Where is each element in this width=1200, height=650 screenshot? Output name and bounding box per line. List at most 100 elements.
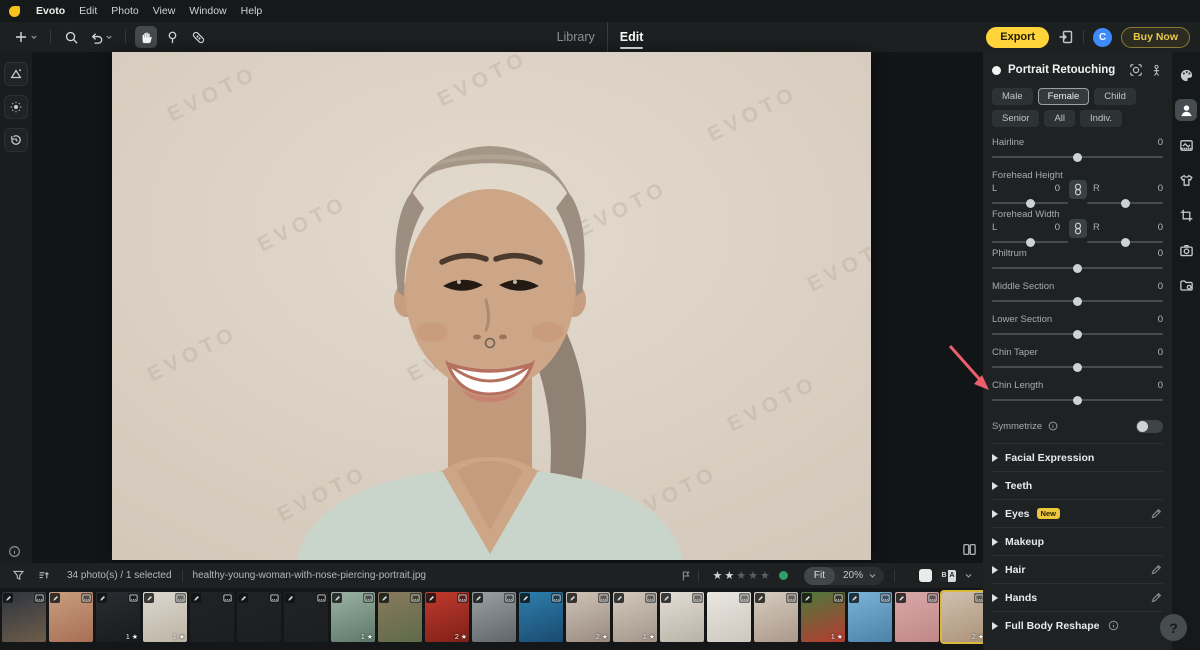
chip-female[interactable]: Female <box>1038 88 1090 105</box>
filmstrip-thumbnail[interactable] <box>754 592 798 642</box>
link-lr-icon[interactable] <box>1069 180 1087 199</box>
slider-track[interactable] <box>992 399 1163 401</box>
slider-track[interactable] <box>992 241 1068 243</box>
slider-knob[interactable] <box>1073 264 1082 273</box>
filmstrip-thumbnail[interactable]: 1 ★ <box>143 592 187 642</box>
filmstrip-thumbnail[interactable] <box>848 592 892 642</box>
chip-all[interactable]: All <box>1044 110 1075 127</box>
edit-canvas[interactable]: EVOTOEVOTOEVOTOEVOTOEVOTOEVOTOEVOTOEVOTO… <box>32 52 983 563</box>
star-icon[interactable]: ★ <box>713 569 723 582</box>
section-eyes[interactable]: EyesNew <box>992 499 1163 527</box>
image-ai-icon[interactable] <box>4 62 28 86</box>
zoom-control[interactable]: Fit 20% <box>804 567 884 585</box>
chevron-down-icon[interactable] <box>964 571 973 580</box>
slider-track[interactable] <box>1087 241 1163 243</box>
slider-track[interactable] <box>992 202 1068 204</box>
menu-item-view[interactable]: View <box>153 5 176 17</box>
chevron-down-icon[interactable] <box>30 33 38 41</box>
bandage-tool-icon[interactable] <box>187 26 209 48</box>
tab-edit[interactable]: Edit <box>607 22 656 52</box>
history-icon[interactable] <box>4 128 28 152</box>
filmstrip[interactable]: 1 ★1 ★1 ★2 ★2 ★1 ★1 ★2 ★ <box>0 588 983 650</box>
filmstrip-thumbnail[interactable]: 2 ★ <box>425 592 469 642</box>
original-view-swatch[interactable] <box>919 569 932 582</box>
pen-adjust-icon[interactable] <box>1150 507 1163 520</box>
buy-now-button[interactable]: Buy Now <box>1121 27 1190 48</box>
background-icon[interactable] <box>1175 134 1197 156</box>
zoom-tool-icon[interactable] <box>60 26 82 48</box>
slider-knob[interactable] <box>1073 363 1082 372</box>
symmetrize-toggle[interactable] <box>1136 420 1163 433</box>
filmstrip-thumbnail[interactable] <box>284 592 328 642</box>
filmstrip-thumbnail[interactable] <box>519 592 563 642</box>
pen-adjust-icon[interactable] <box>1150 563 1163 576</box>
adjust-dots-icon[interactable] <box>4 95 28 119</box>
sort-icon[interactable] <box>37 569 51 582</box>
slider-track[interactable] <box>992 366 1163 368</box>
filmstrip-thumbnail[interactable]: 2 ★ <box>566 592 610 642</box>
slider-track[interactable] <box>992 300 1163 302</box>
export-button[interactable]: Export <box>986 27 1049 48</box>
section-hair[interactable]: Hair <box>992 555 1163 583</box>
import-plus-icon[interactable] <box>10 26 41 48</box>
link-lr-icon[interactable] <box>1069 219 1087 238</box>
clothing-icon[interactable] <box>1175 169 1197 191</box>
chip-senior[interactable]: Senior <box>992 110 1039 127</box>
palette-icon[interactable] <box>1175 64 1197 86</box>
menu-item-edit[interactable]: Edit <box>79 5 97 17</box>
fit-button[interactable]: Fit <box>804 567 835 585</box>
undo-icon[interactable] <box>86 26 116 48</box>
menu-item-evoto[interactable]: Evoto <box>36 5 65 17</box>
filmstrip-thumbnail[interactable] <box>472 592 516 642</box>
filmstrip-thumbnail[interactable] <box>378 592 422 642</box>
filmstrip-thumbnail[interactable]: 1 ★ <box>613 592 657 642</box>
face-scan-icon[interactable] <box>1129 63 1143 77</box>
rating-stars[interactable]: ★★★★★ <box>713 569 770 582</box>
menu-item-help[interactable]: Help <box>241 5 263 17</box>
filmstrip-thumbnail[interactable] <box>237 592 281 642</box>
section-hands[interactable]: Hands <box>992 583 1163 611</box>
body-detect-icon[interactable] <box>1150 64 1163 77</box>
before-after-icon[interactable]: BA <box>940 570 956 582</box>
star-icon[interactable]: ★ <box>748 569 758 582</box>
crop-icon[interactable] <box>1175 204 1197 226</box>
filmstrip-thumbnail[interactable] <box>49 592 93 642</box>
chip-child[interactable]: Child <box>1094 88 1136 105</box>
slider-knob[interactable] <box>1073 330 1082 339</box>
star-icon[interactable]: ★ <box>736 569 746 582</box>
split-view-icon[interactable] <box>962 542 977 557</box>
slider-knob[interactable] <box>1073 396 1082 405</box>
export-settings-icon[interactable] <box>1058 29 1074 45</box>
chevron-down-icon[interactable] <box>105 33 113 41</box>
help-button[interactable]: ? <box>1160 614 1187 641</box>
section-makeup[interactable]: Makeup <box>992 527 1163 555</box>
tab-library[interactable]: Library <box>545 22 607 52</box>
user-avatar[interactable]: C <box>1093 28 1112 47</box>
heal-tool-icon[interactable] <box>161 26 183 48</box>
portrait-retouch-icon[interactable] <box>1175 99 1197 121</box>
filmstrip-thumbnail[interactable]: 1 ★ <box>801 592 845 642</box>
star-icon[interactable]: ★ <box>724 569 734 582</box>
section-facial-expression[interactable]: Facial Expression <box>992 443 1163 471</box>
filter-icon[interactable] <box>12 569 25 582</box>
filmstrip-thumbnail[interactable] <box>2 592 46 642</box>
photo-folder-icon[interactable] <box>1175 274 1197 296</box>
section-teeth[interactable]: Teeth <box>992 471 1163 499</box>
filmstrip-thumbnail[interactable]: 1 ★ <box>331 592 375 642</box>
filmstrip-thumbnail[interactable]: 2 ★ <box>942 592 983 642</box>
camera-icon[interactable] <box>1175 239 1197 261</box>
zoom-level[interactable]: 20% <box>835 570 868 581</box>
star-icon[interactable]: ★ <box>760 569 770 582</box>
filmstrip-thumbnail[interactable] <box>707 592 751 642</box>
pen-adjust-icon[interactable] <box>1150 591 1163 604</box>
filmstrip-thumbnail[interactable] <box>895 592 939 642</box>
flag-icon[interactable] <box>680 570 692 582</box>
chip-indiv[interactable]: Indiv. <box>1080 110 1122 127</box>
menu-item-window[interactable]: Window <box>189 5 226 17</box>
slider-knob[interactable] <box>1073 297 1082 306</box>
slider-knob[interactable] <box>1073 153 1082 162</box>
slider-track[interactable] <box>992 333 1163 335</box>
menu-item-photo[interactable]: Photo <box>111 5 138 17</box>
green-color-label[interactable] <box>779 571 788 580</box>
chip-male[interactable]: Male <box>992 88 1033 105</box>
